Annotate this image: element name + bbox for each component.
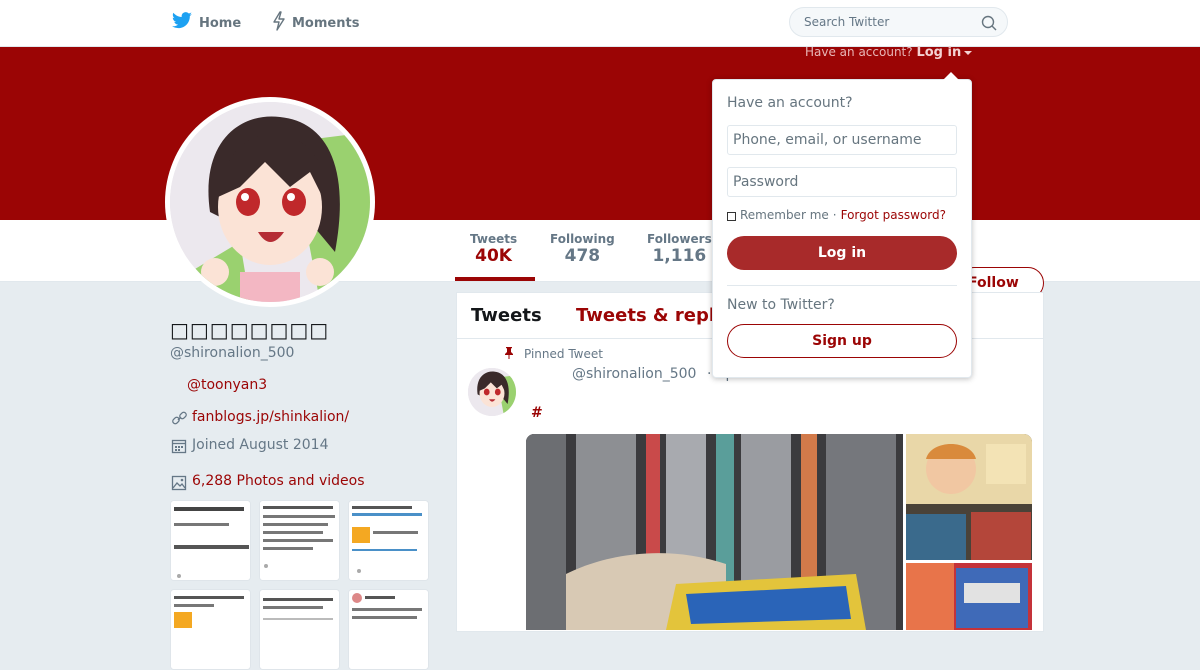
lightning-icon	[272, 11, 292, 35]
tweet-media-2[interactable]	[906, 434, 1032, 560]
avatar-image	[170, 102, 370, 302]
login-toggle[interactable]: Log in	[916, 45, 961, 60]
login-hint-text: Have an account?	[805, 45, 913, 59]
photo-thumbnail[interactable]	[170, 500, 251, 581]
profile-joined-date: Joined August 2014	[192, 437, 329, 453]
login-button[interactable]: Log in	[727, 236, 957, 270]
search-icon[interactable]	[981, 15, 997, 35]
tweet-handle[interactable]: @shironalion_500	[572, 366, 696, 382]
nav-home-label: Home	[199, 15, 242, 31]
profile-website-link[interactable]: fanblogs.jp/shinkalion/	[192, 409, 349, 425]
pinned-tweet-context: Pinned Tweet	[503, 346, 603, 362]
separator-dot: ·	[832, 208, 837, 222]
pinned-label: Pinned Tweet	[524, 347, 603, 361]
remember-row: Remember me · Forgot password?	[727, 208, 946, 222]
stat-followers-label: Followers	[647, 232, 712, 246]
photo-icon	[171, 475, 187, 495]
profile-handle: @shironalion_500	[170, 345, 295, 361]
photos-videos-link[interactable]: 6,288 Photos and videos	[192, 473, 365, 489]
tweet-media-3[interactable]	[906, 563, 1032, 630]
caret-down-icon[interactable]	[964, 50, 973, 55]
login-dropdown: Have an account? Remember me · Forgot pa…	[712, 72, 972, 378]
stat-following-value: 478	[564, 246, 601, 266]
bio-mention-link[interactable]: @toonyan3	[187, 377, 267, 393]
search-box	[789, 7, 1008, 37]
photo-thumbnail[interactable]	[259, 500, 340, 581]
search-input[interactable]	[802, 14, 976, 30]
tweet-avatar[interactable]	[468, 368, 516, 416]
stat-tweets[interactable]: Tweets 40K	[470, 232, 517, 266]
twitter-bird-icon	[171, 12, 199, 34]
calendar-icon	[171, 438, 187, 458]
stat-tweets-value: 40K	[475, 246, 512, 266]
link-icon	[171, 410, 188, 431]
photo-thumbnail[interactable]	[348, 500, 429, 581]
nav-moments-label: Moments	[292, 15, 360, 31]
top-nav: Home Moments	[0, 0, 1200, 47]
pin-icon	[503, 346, 524, 362]
remember-label[interactable]: Remember me	[740, 208, 829, 222]
dropdown-divider	[727, 285, 957, 286]
nav-home[interactable]: Home	[171, 12, 241, 34]
login-hint: Have an account? Log in	[805, 45, 973, 60]
remember-checkbox[interactable]	[727, 211, 736, 221]
stat-followers-value: 1,116	[652, 246, 707, 266]
tab-tweets[interactable]: Tweets	[471, 305, 542, 326]
dropdown-title: Have an account?	[727, 95, 853, 111]
password-field[interactable]	[727, 167, 957, 197]
forgot-password-link[interactable]: Forgot password?	[841, 208, 946, 222]
tweet-media-main[interactable]	[526, 434, 903, 630]
profile-avatar[interactable]	[165, 97, 375, 307]
username-field[interactable]	[727, 125, 957, 155]
stat-followers[interactable]: Followers 1,116	[647, 232, 712, 266]
profile-name[interactable]: □□□□□□□□	[170, 318, 329, 342]
tweet-hashtag[interactable]: #	[531, 405, 543, 421]
stat-following-label: Following	[550, 232, 615, 246]
active-stat-underline	[455, 277, 535, 281]
stat-following[interactable]: Following 478	[550, 232, 615, 266]
stat-tweets-label: Tweets	[470, 232, 518, 246]
signup-button[interactable]: Sign up	[727, 324, 957, 358]
nav-moments[interactable]: Moments	[272, 11, 360, 35]
new-to-twitter-label: New to Twitter?	[727, 297, 835, 313]
